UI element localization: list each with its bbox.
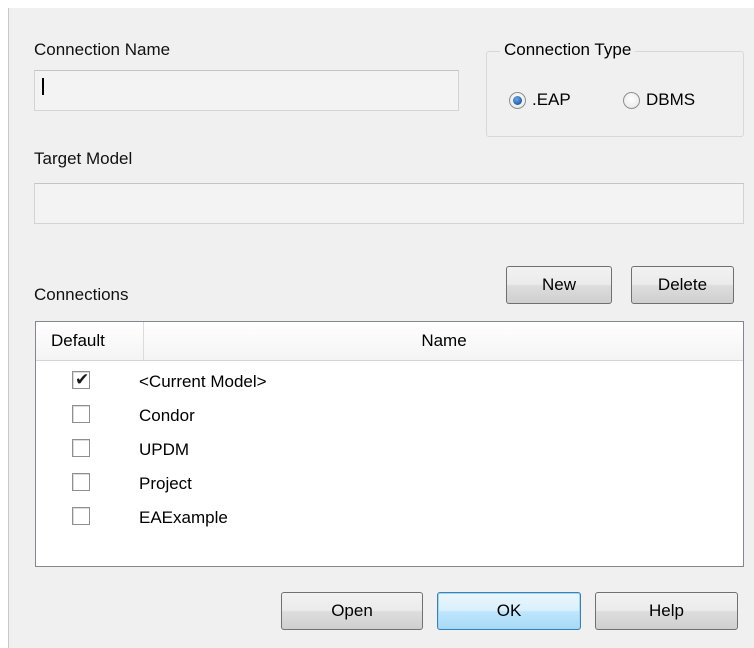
check-mark-icon: ✔ <box>75 370 90 389</box>
open-button[interactable]: Open <box>281 592 423 630</box>
connection-type-legend: Connection Type <box>500 40 636 60</box>
connections-label: Connections <box>34 285 129 304</box>
connection-name: Project <box>139 474 192 493</box>
list-item[interactable]: Condor <box>36 399 743 433</box>
list-item[interactable]: ✔ <Current Model> <box>36 365 743 399</box>
radio-dbms-label: DBMS <box>646 90 696 109</box>
default-checkbox[interactable] <box>72 439 90 457</box>
column-name[interactable]: Name <box>144 322 744 360</box>
list-item[interactable]: EAExample <box>36 501 743 535</box>
connection-name: EAExample <box>139 508 228 527</box>
text-caret <box>42 78 44 95</box>
default-checkbox[interactable]: ✔ <box>72 370 90 389</box>
default-checkbox[interactable] <box>72 405 90 423</box>
target-model-label: Target Model <box>34 149 133 168</box>
list-item[interactable]: UPDM <box>36 433 743 467</box>
connection-name: <Current Model> <box>139 372 267 391</box>
radio-eap[interactable]: .EAP <box>509 90 571 110</box>
ok-button[interactable]: OK <box>437 592 581 630</box>
default-checkbox[interactable] <box>72 473 90 491</box>
radio-eap-button[interactable] <box>509 91 526 109</box>
connections-list[interactable]: Default Name ✔ <Current Model> Condor UP… <box>35 321 744 567</box>
list-header: Default Name <box>36 322 743 361</box>
connection-name: UPDM <box>139 440 190 459</box>
column-default[interactable]: Default <box>51 322 105 360</box>
connection-name-label: Connection Name <box>34 40 171 59</box>
connection-name: Condor <box>139 406 195 425</box>
radio-dbms-button[interactable] <box>623 91 640 109</box>
default-checkbox[interactable] <box>72 507 90 525</box>
target-model-input[interactable] <box>34 183 744 224</box>
connection-name-input[interactable] <box>34 70 459 111</box>
new-button[interactable]: New <box>506 266 612 304</box>
radio-eap-label: .EAP <box>532 90 571 109</box>
connection-dialog: Connection Name Connection Type .EAP DBM… <box>8 8 754 648</box>
list-item[interactable]: Project <box>36 467 743 501</box>
radio-dbms[interactable]: DBMS <box>623 90 695 110</box>
help-button[interactable]: Help <box>595 592 738 630</box>
delete-button[interactable]: Delete <box>631 266 734 304</box>
